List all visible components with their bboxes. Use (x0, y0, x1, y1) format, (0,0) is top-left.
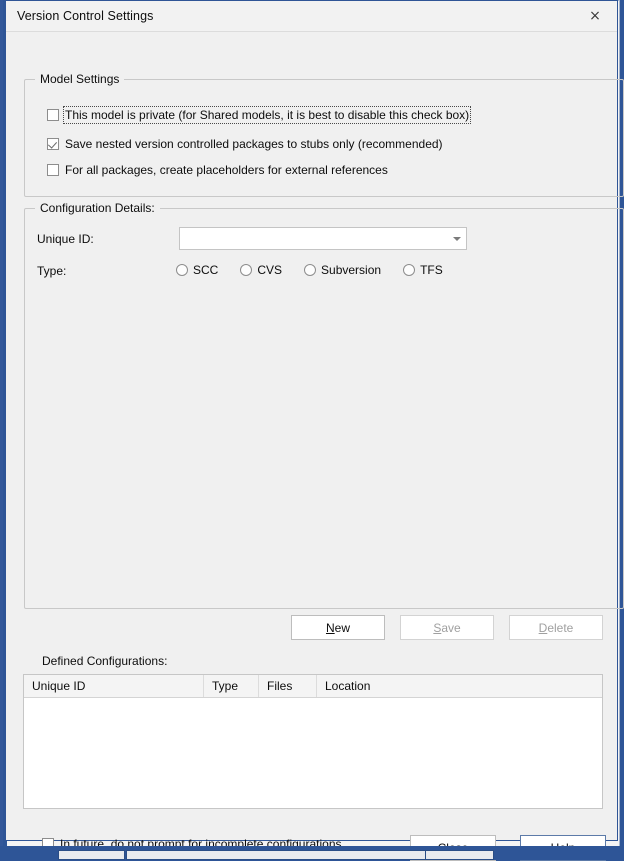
checkbox-save-nested-stubs[interactable]: Save nested version controlled packages … (47, 137, 443, 151)
radio-type-cvs-label: CVS (257, 263, 283, 277)
background-left-sliver (0, 0, 3, 846)
radio-type-scc-label: SCC (193, 263, 219, 277)
checkbox-save-nested-stubs-box[interactable] (47, 138, 59, 150)
model-settings-legend: Model Settings (35, 72, 125, 86)
radio-type-subversion-label: Subversion (321, 263, 382, 277)
configuration-details-legend: Configuration Details: (35, 201, 160, 215)
defined-configurations-label: Defined Configurations: (42, 654, 168, 668)
delete-button-label: elete (547, 620, 574, 635)
radio-type-cvs-button[interactable] (240, 264, 253, 276)
save-button-label: ave (441, 620, 461, 635)
unique-id-combobox[interactable] (179, 227, 467, 250)
checkbox-save-nested-stubs-label: Save nested version controlled packages … (65, 137, 443, 151)
new-button-mnemonic: N (325, 620, 335, 635)
column-header-unique-id[interactable]: Unique ID (24, 675, 204, 697)
radio-type-scc-button[interactable] (176, 264, 188, 276)
radio-type-cvs[interactable]: CVS (240, 263, 282, 277)
column-header-type[interactable]: Type (204, 675, 259, 697)
column-header-files[interactable]: Files (259, 675, 317, 697)
radio-type-subversion[interactable]: Subversion (304, 263, 381, 277)
checkbox-create-placeholders-label: For all packages, create placeholders fo… (65, 163, 388, 177)
taskbar-chip[interactable] (425, 850, 494, 860)
dialog-body: Model Settings This model is private (fo… (6, 32, 624, 861)
checkbox-model-private-label: This model is private (for Shared models… (62, 106, 472, 124)
checkbox-model-private[interactable]: This model is private (for Shared models… (47, 106, 472, 124)
unique-id-input[interactable] (180, 228, 448, 249)
save-button-mnemonic: S (433, 620, 442, 635)
unique-id-label: Unique ID: (37, 232, 94, 246)
defined-configurations-table[interactable]: Unique ID Type Files Location (23, 674, 603, 809)
checkbox-model-private-box[interactable] (47, 109, 59, 121)
dialog-title: Version Control Settings (17, 9, 154, 23)
dialog-title-bar: Version Control Settings × (6, 1, 617, 32)
taskbar-chip[interactable] (126, 850, 426, 860)
taskbar-band (0, 846, 624, 860)
new-button-label: ew (334, 620, 350, 635)
radio-type-tfs-button[interactable] (403, 264, 416, 276)
type-label: Type: (37, 264, 67, 278)
delete-button-mnemonic: D (538, 620, 548, 635)
close-icon[interactable]: × (573, 1, 617, 31)
close-glyph: × (589, 8, 601, 24)
radio-type-tfs[interactable]: TFS (403, 263, 443, 277)
checkbox-create-placeholders[interactable]: For all packages, create placeholders fo… (47, 163, 388, 177)
column-header-location[interactable]: Location (317, 675, 602, 697)
table-body[interactable] (24, 698, 602, 808)
radio-type-scc[interactable]: SCC (176, 263, 218, 277)
table-header-row: Unique ID Type Files Location (24, 675, 602, 698)
taskbar-chip[interactable] (58, 850, 125, 860)
new-button[interactable]: New (291, 615, 385, 640)
type-radio-group: SCC CVS Subversion TFS (176, 263, 443, 277)
checkbox-create-placeholders-box[interactable] (47, 164, 59, 176)
radio-type-tfs-label: TFS (420, 263, 443, 277)
radio-type-subversion-button[interactable] (304, 264, 317, 276)
chevron-down-icon[interactable] (448, 228, 466, 249)
version-control-settings-dialog: Version Control Settings × Model Setting… (5, 0, 624, 861)
save-button[interactable]: Save (400, 615, 494, 640)
delete-button[interactable]: Delete (509, 615, 603, 640)
